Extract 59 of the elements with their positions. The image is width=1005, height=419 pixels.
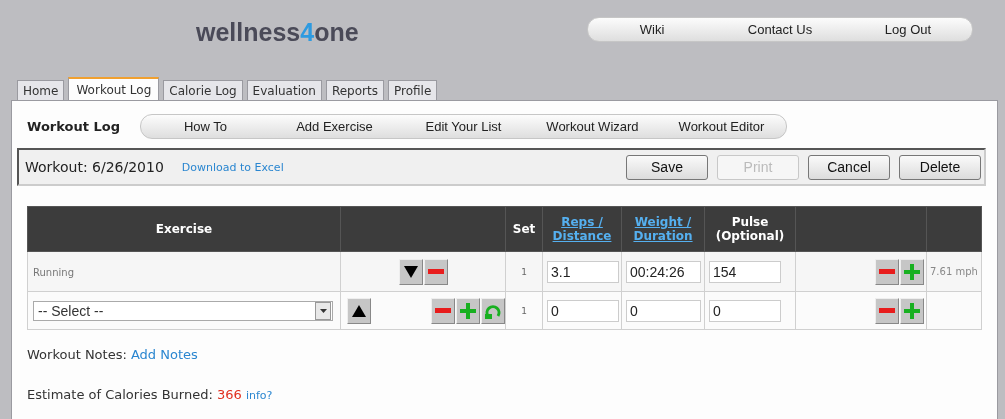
info-link[interactable]: info? bbox=[245, 389, 273, 402]
down-triangle-icon bbox=[403, 264, 418, 279]
move-down-button[interactable] bbox=[398, 258, 423, 285]
calories-label: Estimate of Calories Burned: bbox=[27, 387, 213, 402]
action-button[interactable]: Delete bbox=[899, 154, 981, 180]
tab[interactable]: Evaluation bbox=[246, 80, 322, 100]
remove-button[interactable] bbox=[423, 258, 448, 285]
column-header: Pulse (Optional) bbox=[714, 215, 786, 243]
column-header: Set bbox=[512, 222, 536, 236]
add-notes-link[interactable]: Add Notes bbox=[130, 347, 198, 362]
remove-button[interactable] bbox=[875, 258, 899, 285]
value-field[interactable]: 3.1 bbox=[547, 260, 619, 283]
calories-value: 366 bbox=[216, 387, 242, 402]
nav-link[interactable]: Log Out bbox=[844, 22, 972, 37]
action-button[interactable]: Cancel bbox=[808, 154, 890, 180]
subnav-link[interactable]: Edit Your List bbox=[398, 119, 528, 134]
move-up-button[interactable] bbox=[347, 297, 371, 324]
site-logo[interactable]: wellness4one bbox=[196, 18, 359, 47]
set-number: 1 bbox=[521, 305, 527, 316]
up-triangle-icon bbox=[352, 303, 366, 318]
action-button[interactable]: Save bbox=[626, 154, 708, 180]
exercise-dropdown[interactable]: -- Select -- bbox=[33, 300, 333, 321]
tab[interactable]: Calorie Log bbox=[163, 80, 243, 100]
tab[interactable]: Workout Log bbox=[68, 77, 160, 100]
subnav-link[interactable]: Workout Editor bbox=[656, 119, 786, 134]
subnav-link[interactable]: How To bbox=[140, 119, 270, 134]
set-number: 1 bbox=[521, 266, 527, 277]
subnav-link[interactable]: Workout Wizard bbox=[527, 119, 657, 134]
column-header: Exercise bbox=[155, 222, 213, 236]
minus-icon bbox=[879, 308, 895, 313]
minus-icon bbox=[435, 308, 451, 313]
remove-button[interactable] bbox=[875, 297, 899, 324]
speed-value: 7.61 mph bbox=[930, 266, 978, 277]
value-field[interactable]: 0 bbox=[547, 299, 619, 322]
tab[interactable]: Home bbox=[17, 80, 65, 100]
minus-icon bbox=[427, 269, 444, 274]
plus-icon bbox=[904, 263, 920, 280]
nav-link[interactable]: Contact Us bbox=[716, 22, 844, 37]
refresh-button[interactable] bbox=[481, 297, 505, 324]
remove-button[interactable] bbox=[431, 297, 455, 324]
tab[interactable]: Profile bbox=[387, 80, 438, 100]
plus-icon bbox=[904, 302, 920, 319]
add-button[interactable] bbox=[900, 258, 924, 285]
value-field[interactable]: 0 bbox=[626, 299, 701, 322]
page-title: Workout Log bbox=[27, 119, 120, 134]
minus-icon bbox=[879, 269, 895, 274]
add-button[interactable] bbox=[900, 297, 924, 324]
tab[interactable]: Reports bbox=[325, 80, 384, 100]
value-field[interactable]: 00:24:26 bbox=[626, 260, 701, 283]
subnav-link[interactable]: Add Exercise bbox=[269, 119, 399, 134]
workout-date: Workout: 6/26/2010 bbox=[25, 159, 164, 175]
plus-icon bbox=[460, 302, 476, 319]
nav-link[interactable]: Wiki bbox=[588, 22, 716, 37]
notes-label: Workout Notes: bbox=[27, 347, 127, 362]
value-field[interactable]: 154 bbox=[709, 260, 781, 283]
add-button[interactable] bbox=[456, 297, 480, 324]
exercise-name: Running bbox=[33, 266, 74, 278]
refresh-icon bbox=[485, 302, 501, 319]
value-field[interactable]: 0 bbox=[709, 299, 781, 322]
